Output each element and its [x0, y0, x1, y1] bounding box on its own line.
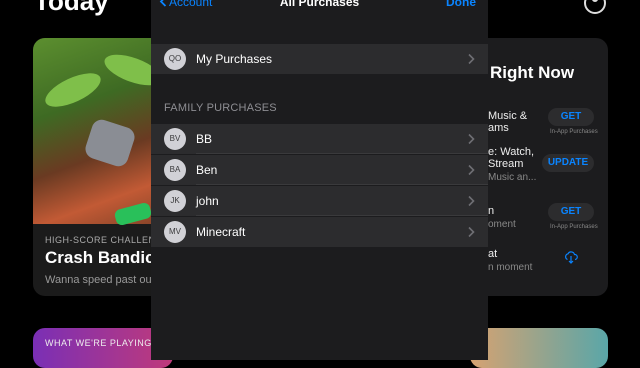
- featured-card-bottom-right[interactable]: [470, 328, 608, 368]
- today-title: Today: [34, 0, 109, 16]
- card-eyebrow: HIGH-SCORE CHALLEN: [45, 235, 156, 245]
- row-label: Ben: [196, 163, 218, 177]
- family-member-row[interactable]: BV BB: [151, 124, 488, 154]
- card-eyebrow: WHAT WE'RE PLAYING: [45, 338, 152, 348]
- app-name-cont: Stream: [488, 158, 524, 170]
- character-shape: [113, 201, 153, 227]
- app-name: n: [488, 205, 495, 217]
- row-label: john: [196, 194, 219, 208]
- avatar: QO: [164, 48, 186, 70]
- row-separator: [196, 215, 488, 216]
- app-desc: oment: [488, 219, 516, 230]
- all-purchases-sheet: Account All Purchases Done QO My Purchas…: [151, 0, 488, 360]
- family-member-row[interactable]: MV Minecraft: [151, 217, 488, 247]
- app-name: at: [488, 248, 498, 260]
- app-desc: n moment: [488, 262, 533, 273]
- featured-card-right[interactable]: Right Now Music & ams GET In-App Purchas…: [470, 38, 608, 296]
- update-button[interactable]: UPDATE: [542, 154, 594, 172]
- iap-label: In-App Purchases: [550, 129, 598, 135]
- chevron-right-icon: [468, 164, 475, 176]
- avatar: BV: [164, 128, 186, 150]
- leaf-shape: [40, 66, 106, 114]
- done-button[interactable]: Done: [446, 0, 476, 9]
- nav-title: All Purchases: [279, 0, 360, 9]
- rock-shape: [82, 117, 138, 169]
- family-member-row[interactable]: JK john: [151, 186, 488, 216]
- chevron-right-icon: [468, 195, 475, 207]
- app-name: e: Watch,: [488, 146, 535, 158]
- card-subtitle: Wanna speed past our: [45, 274, 156, 286]
- card-headline: Crash Bandic: [45, 248, 155, 267]
- app-desc: ams: [488, 122, 509, 134]
- app-desc: Music an...: [488, 172, 537, 183]
- row-separator: [196, 153, 488, 154]
- card-heading: Right Now: [490, 63, 575, 82]
- cloud-download-icon[interactable]: [564, 250, 578, 264]
- my-purchases-row[interactable]: QO My Purchases: [151, 44, 488, 74]
- profile-icon[interactable]: [584, 0, 606, 14]
- family-member-row[interactable]: BA Ben: [151, 155, 488, 185]
- iap-label: In-App Purchases: [550, 224, 598, 230]
- row-label: My Purchases: [196, 52, 273, 66]
- family-purchases-header: FAMILY PURCHASES: [164, 102, 277, 114]
- avatar: JK: [164, 190, 186, 212]
- get-button[interactable]: GET: [548, 203, 594, 221]
- row-label: Minecraft: [196, 225, 246, 239]
- chevron-right-icon: [468, 133, 475, 145]
- app-name: Music &: [488, 110, 528, 122]
- get-button[interactable]: GET: [548, 108, 594, 126]
- avatar: BA: [164, 159, 186, 181]
- row-label: BB: [196, 132, 213, 146]
- chevron-right-icon: [468, 53, 475, 65]
- row-separator: [196, 184, 488, 185]
- avatar: MV: [164, 221, 186, 243]
- navigation-bar: Account All Purchases Done: [151, 0, 488, 22]
- chevron-right-icon: [468, 226, 475, 238]
